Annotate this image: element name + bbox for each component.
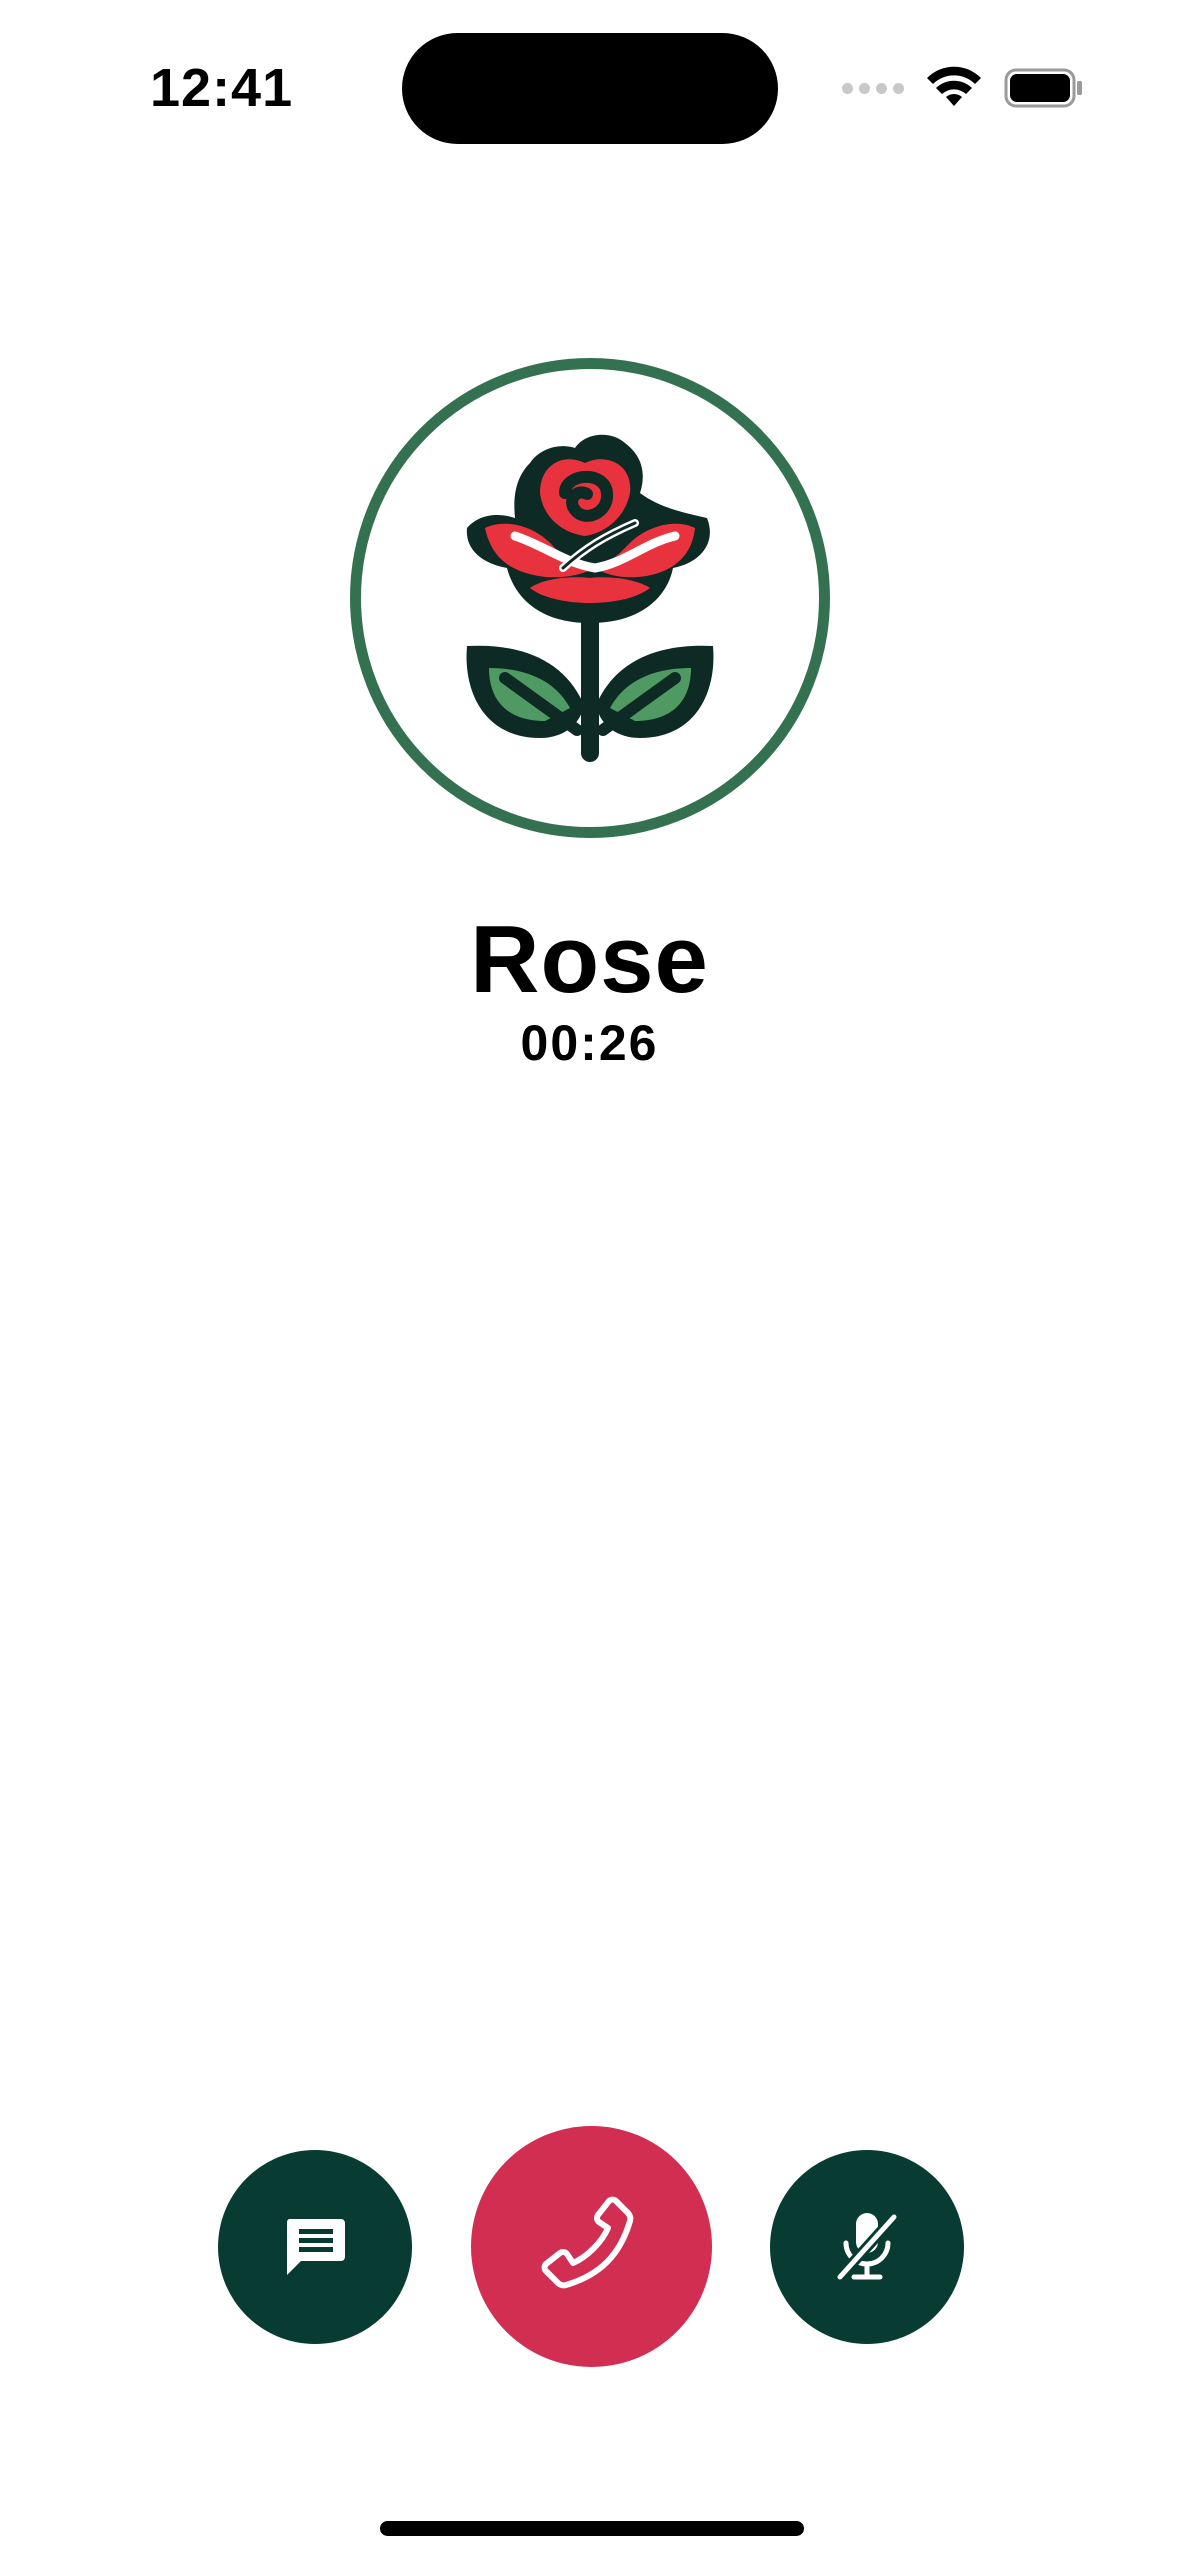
- status-time: 12:41: [150, 58, 294, 118]
- end-call-button[interactable]: [471, 2126, 712, 2367]
- message-button[interactable]: [218, 2150, 412, 2344]
- caller-avatar: [350, 358, 830, 838]
- battery-icon: [1004, 68, 1082, 108]
- dynamic-island: [402, 33, 778, 144]
- mic-off-icon: [834, 2211, 900, 2283]
- phone-hangup-icon: [541, 2196, 633, 2288]
- rose-icon: [466, 434, 714, 762]
- cellular-signal-icon: [842, 82, 904, 94]
- caller-name: Rose: [470, 906, 709, 1013]
- status-icons: [842, 64, 1084, 112]
- mute-button[interactable]: [770, 2150, 964, 2344]
- wifi-icon: [927, 66, 981, 106]
- call-duration: 00:26: [520, 1015, 659, 1071]
- message-icon: [286, 2219, 345, 2275]
- home-indicator[interactable]: [380, 2521, 804, 2536]
